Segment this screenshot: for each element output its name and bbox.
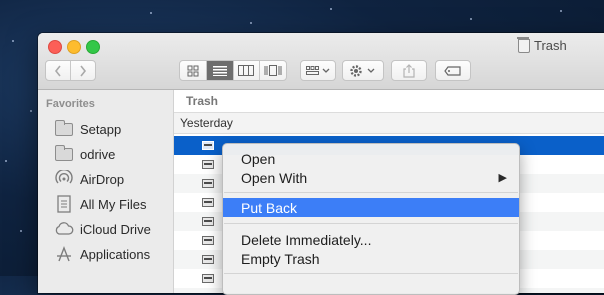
cover-flow-icon (264, 65, 282, 76)
applications-icon (54, 246, 74, 262)
file-icon (202, 274, 214, 283)
menu-separator (224, 223, 518, 224)
tag-icon (444, 65, 461, 76)
chevron-left-icon (54, 65, 61, 76)
sidebar-item-all-my-files[interactable]: All My Files (54, 193, 146, 215)
menu-item-open-with[interactable]: Open With ▶ (223, 168, 519, 187)
menu-item-open[interactable]: Open (223, 149, 519, 168)
menu-item-label: Open (241, 150, 276, 167)
file-icon (202, 198, 214, 207)
menu-item-empty-trash[interactable]: Empty Trash (223, 249, 519, 268)
menu-item-label: Delete Immediately... (241, 231, 372, 248)
window-title-wrap: Trash (517, 36, 567, 53)
sidebar-item-label: All My Files (80, 196, 147, 212)
arrange-button[interactable] (300, 60, 336, 81)
sidebar-item-label: AirDrop (80, 171, 125, 187)
all-files-icon (54, 195, 74, 213)
sidebar-item-label: Applications (80, 246, 151, 262)
arrange-grid-icon (306, 65, 330, 75)
menu-separator (224, 273, 518, 274)
back-button[interactable] (46, 61, 70, 80)
title-bar: Trash (38, 33, 604, 90)
forward-button[interactable] (70, 61, 95, 80)
sidebar-item-odrive[interactable]: odrive (54, 143, 115, 165)
sidebar-item-setapp[interactable]: Setapp (54, 118, 121, 140)
menu-separator (224, 192, 518, 193)
path-header: Trash (174, 90, 604, 113)
window-title: Trash (534, 38, 567, 53)
sidebar-item-applications[interactable]: Applications (54, 243, 150, 265)
list-view-icon (212, 65, 227, 76)
folder-icon (54, 144, 74, 162)
tag-button[interactable] (435, 60, 471, 81)
menu-item-label: Put Back (241, 199, 298, 216)
menu-item-put-back[interactable]: Put Back (223, 198, 519, 217)
column-view-icon (238, 65, 255, 76)
file-icon (202, 217, 214, 226)
trash-icon (517, 36, 530, 53)
view-mode-control (179, 60, 287, 81)
sidebar-item-label: odrive (80, 146, 116, 162)
group-header: Yesterday (174, 113, 604, 134)
close-button[interactable] (48, 40, 62, 54)
sidebar-item-icloud-drive[interactable]: iCloud Drive (54, 218, 151, 240)
sidebar-item-label: iCloud Drive (80, 221, 151, 237)
sidebar-item-label: Setapp (80, 121, 122, 137)
submenu-arrow-icon: ▶ (498, 172, 507, 184)
file-icon (202, 160, 214, 169)
file-icon (202, 236, 214, 245)
share-button[interactable] (391, 60, 427, 81)
navigation-buttons (45, 60, 96, 81)
minimize-button[interactable] (67, 40, 81, 54)
sidebar-item-airdrop[interactable]: AirDrop (54, 168, 124, 190)
share-icon (403, 63, 415, 78)
icon-view-button[interactable] (180, 61, 206, 80)
menu-item-delete-immediately[interactable]: Delete Immediately... (223, 230, 519, 249)
context-menu: Open Open With ▶ Put Back Delete Immedia… (222, 143, 520, 295)
cover-flow-view-button[interactable] (259, 61, 286, 80)
group-label: Yesterday (180, 116, 233, 130)
path-title: Trash (186, 94, 219, 108)
list-view-button[interactable] (205, 61, 233, 80)
column-view-button[interactable] (232, 61, 260, 80)
sidebar-heading: Favorites (46, 98, 95, 110)
zoom-button[interactable] (86, 40, 100, 54)
folder-icon (54, 119, 74, 137)
sidebar: Favorites Setapp odrive AirDrop All My F… (38, 90, 174, 293)
menu-item-label: Open With (241, 169, 308, 186)
gear-icon (350, 64, 375, 77)
icon-view-icon (187, 65, 199, 76)
chevron-right-icon (80, 65, 87, 76)
file-icon (202, 179, 214, 188)
menu-item-label: Empty Trash (241, 250, 320, 267)
file-icon (202, 255, 214, 264)
action-button[interactable] (342, 60, 384, 81)
cloud-icon (54, 221, 74, 237)
airdrop-icon (54, 170, 74, 187)
file-icon (202, 141, 214, 150)
